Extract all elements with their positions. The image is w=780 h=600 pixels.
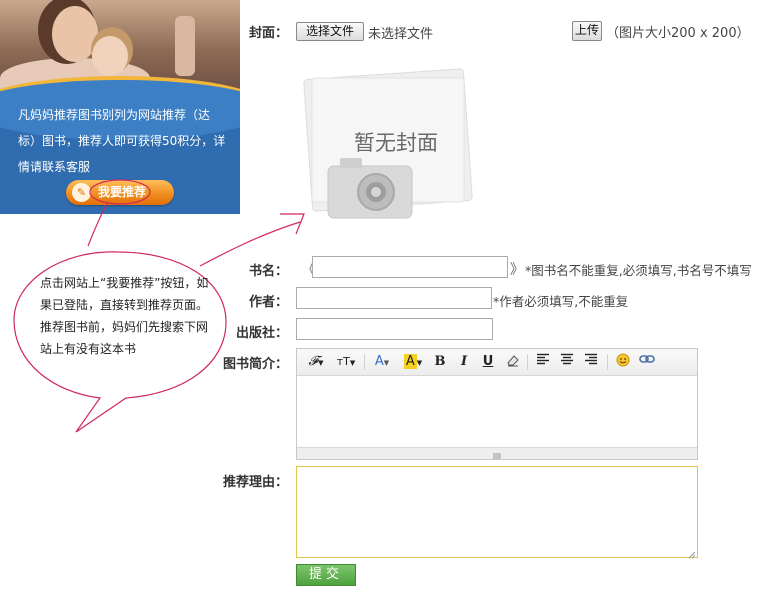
link-icon[interactable]: [639, 353, 655, 371]
author-label: 作者：: [248, 295, 288, 310]
cover-placeholder: 暂无封面: [300, 68, 496, 236]
eraser-icon[interactable]: [505, 353, 521, 371]
upload-button[interactable]: 上传: [572, 21, 602, 41]
promo-text: 凡妈妈推荐图书别列为网站推荐（达标）图书，推荐人即可获得50积分，详情请联系客服: [18, 108, 226, 174]
no-file-text: 未选择文件: [368, 27, 434, 42]
align-right-icon[interactable]: [583, 353, 599, 371]
pencil-note-icon: ✎: [72, 183, 91, 202]
callout-text: 点击网站上“我要推荐”按钮，如果已登陆，直接转到推荐页面。推荐图书前，妈妈们先搜…: [40, 276, 209, 356]
resize-grip-icon: [491, 449, 503, 459]
intro-text-area[interactable]: [301, 379, 693, 445]
cover-label: 封面：: [248, 26, 288, 41]
camera-placeholder-image: 暂无封面: [303, 68, 473, 219]
book-name-label: 书名：: [248, 264, 288, 279]
font-color-icon[interactable]: A▼: [371, 353, 393, 371]
intro-rich-editor[interactable]: 𝓕▼ тT▼ A▼ A ▼ B I U: [296, 348, 698, 460]
no-cover-text: 暂无封面: [354, 131, 438, 155]
editor-resize-handle[interactable]: [297, 447, 697, 459]
align-center-icon[interactable]: [559, 353, 575, 371]
italic-icon[interactable]: I: [457, 353, 471, 371]
font-size-icon[interactable]: тT▼: [333, 353, 359, 371]
author-input[interactable]: [296, 287, 492, 309]
bold-icon[interactable]: B: [433, 353, 447, 371]
book-name-input[interactable]: [312, 256, 508, 278]
underline-icon[interactable]: U: [481, 353, 495, 371]
submit-button[interactable]: 提交: [296, 564, 356, 586]
choose-file-button[interactable]: 选择文件: [296, 22, 364, 41]
reason-textarea[interactable]: [296, 466, 698, 559]
book-name-hint: *图书名不能重复,必须填写,书名号不填写: [525, 263, 752, 278]
author-hint: *作者必须填写,不能重复: [493, 294, 629, 309]
publisher-label: 出版社：: [235, 326, 288, 341]
emoticon-icon[interactable]: [615, 353, 631, 371]
recommend-button[interactable]: ✎ 我要推荐: [66, 180, 174, 205]
align-left-icon[interactable]: [535, 353, 551, 371]
publisher-input[interactable]: [296, 318, 493, 340]
editor-toolbar: 𝓕▼ тT▼ A▼ A ▼ B I U: [297, 349, 697, 376]
reason-label: 推荐理由：: [222, 475, 288, 490]
image-size-hint: （图片大小200 x 200）: [606, 26, 750, 41]
promo-banner: 凡妈妈推荐图书别列为网站推荐（达标）图书，推荐人即可获得50积分，详情请联系客服…: [0, 0, 240, 214]
recommend-button-label: 我要推荐: [98, 185, 147, 199]
intro-label: 图书简介：: [222, 357, 288, 372]
right-book-bracket: 》: [510, 262, 524, 278]
highlight-color-icon[interactable]: A ▼: [401, 353, 425, 371]
font-family-icon[interactable]: 𝓕▼: [305, 353, 327, 371]
textarea-resize-grip-icon[interactable]: [688, 548, 696, 559]
